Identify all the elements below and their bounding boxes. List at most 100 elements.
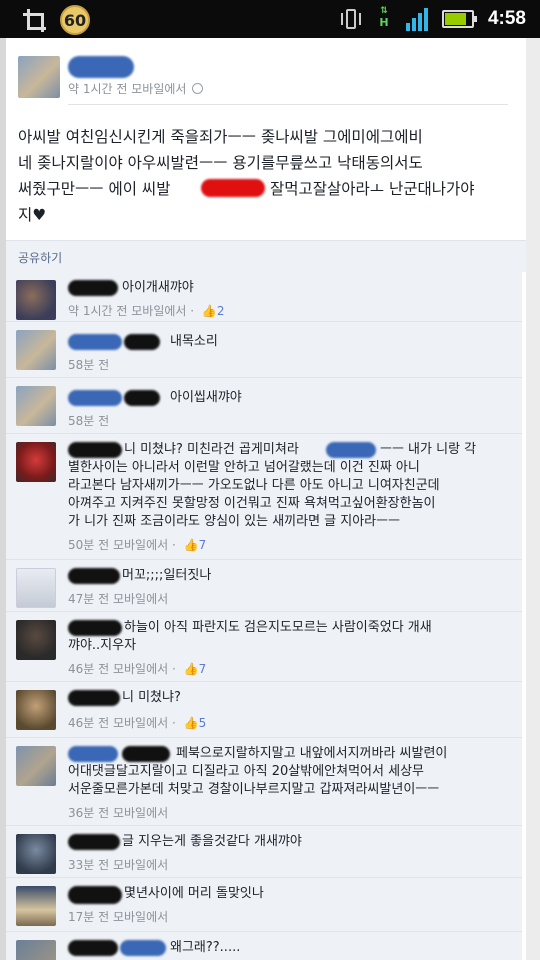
post-line: 써줬구만ㅡㅡ 에이 씨발 잘먹고잘살아라ㅗ 난군대나가야: [18, 176, 506, 202]
commenter-avatar[interactable]: [16, 886, 56, 926]
commenter-avatar[interactable]: [16, 386, 56, 426]
comment-item: 몇년사이에 머리 돌맞잇나 17분 전 모바일에서: [6, 878, 522, 932]
comment-line: 어대댓글달고지랄이고 디질라고 아직 20살밖에안쳐먹어서 세상무: [68, 764, 424, 779]
like-count: 5: [198, 716, 207, 730]
comment-meta: 50분 전 모바일에서 · 👍7: [68, 538, 207, 552]
comment-line: 라고본다 남자새끼가ㅡㅡ 가오도없나 다른 아도 아니고 니여자친군데: [68, 478, 440, 493]
commenter-avatar[interactable]: [16, 746, 56, 786]
comment-time: 50분 전 모바일에서: [68, 538, 169, 552]
redacted-commenter-name[interactable]: [68, 280, 118, 296]
comment-time: 46분 전 모바일에서: [68, 662, 169, 676]
comment-line: 니 미쳤냐?: [122, 690, 181, 705]
comment-line: 하늘이 아직 파란지도 검은지도모르는 사람이죽었다 개새: [124, 620, 432, 635]
commenter-avatar[interactable]: [16, 330, 56, 370]
battery-level: [444, 13, 466, 25]
comment-time: 58분 전: [68, 414, 110, 428]
post-author-avatar[interactable]: [18, 56, 60, 98]
redacted-commenter-name[interactable]: [68, 568, 120, 584]
comment-line: 머꼬;;;;일터짓나: [122, 568, 212, 583]
comment-time: 33분 전 모바일에서: [68, 858, 169, 872]
share-bar: 공유하기: [6, 240, 526, 272]
comment-meta: 33분 전 모바일에서: [68, 856, 168, 873]
commenter-avatar[interactable]: [16, 690, 56, 730]
redacted-commenter-name[interactable]: [68, 834, 120, 850]
comment-time: 58분 전: [68, 358, 110, 372]
post-line: 아씨발 여친임신시킨게 죽을죄가ㅡㅡ 좆나씨발 그에미에그에비: [18, 128, 423, 146]
comment-time: 17분 전 모바일에서: [68, 910, 169, 924]
status-clock: 4:58: [487, 8, 526, 29]
post-line: 지♥: [18, 206, 47, 224]
signal-bar: [417, 13, 422, 31]
comment-line: 내목소리: [170, 334, 218, 349]
comment-item: 글 지우는게 좋을것같다 개새꺄야 33분 전 모바일에서: [6, 826, 522, 878]
like-thumb-icon[interactable]: 👍: [184, 662, 199, 676]
comment-time: 약 1시간 전 모바일에서: [68, 304, 187, 318]
signal-bar: [405, 23, 410, 31]
redacted-commenter-name[interactable]: [68, 390, 122, 406]
comment-line: 아껴주고 지켜주진 못할망정 이건뭐고 진짜 욕쳐먹고싶어환장한놈이: [68, 496, 436, 511]
comment-line: 꺄야..지우자: [68, 638, 137, 653]
comment-line: 아이씹새꺄야: [170, 390, 242, 405]
redacted-commenter-name[interactable]: [120, 940, 166, 956]
comment-text: 아이씹새꺄야: [170, 389, 242, 407]
redacted-name-red: [201, 179, 265, 197]
comment-item: 왜그래??.....: [6, 932, 522, 960]
comment-time: 46분 전 모바일에서: [68, 716, 169, 730]
comment-meta: 46분 전 모바일에서 · 👍5: [68, 716, 207, 730]
comment-time: 47분 전 모바일에서: [68, 592, 169, 606]
privacy-globe-icon: [192, 83, 204, 94]
comment-item: 아이개새꺄야 약 1시간 전 모바일에서 · 👍2: [6, 272, 522, 322]
status-bar: 60 ⇅ H 4:58: [0, 0, 540, 38]
post-body: 아씨발 여친임신시킨게 죽을죄가ㅡㅡ 좆나씨발 그에미에그에비 네 좆나지랄이야…: [18, 124, 506, 228]
comment-line: 왜그래??.....: [170, 940, 241, 955]
comment-item: 페북으로지랄하지말고 내앞에서지꺼바라 씨발련이 어대댓글달고지랄이고 디질라고…: [6, 738, 522, 826]
like-count: 2: [216, 304, 225, 318]
comment-text: 왜그래??.....: [170, 939, 240, 957]
comment-text: 니 미쳤냐? 미친라건 곱게미쳐라 ㅡㅡ 내가 니랑 각 별한사이는 아니라서 …: [68, 441, 476, 531]
post-card: 약 1시간 전 모바일에서 아씨발 여친임신시킨게 죽을죄가ㅡㅡ 좆나씨발 그에…: [6, 38, 526, 240]
comment-text: 글 지우는게 좋을것같다 개새꺄야: [122, 833, 302, 851]
notification-badge: 60: [60, 5, 90, 35]
comment-line: 페북으로지랄하지말고 내앞에서지꺼바라 씨발련이: [176, 746, 448, 761]
post-meta: 약 1시간 전 모바일에서: [68, 80, 204, 97]
redacted-commenter-name[interactable]: [68, 886, 122, 904]
like-thumb-icon[interactable]: 👍: [184, 538, 199, 552]
comment-line: 가 니가 진짜 조금이라도 양심이 있는 새끼라면 글 지아라ㅡㅡ: [68, 514, 401, 529]
redacted-commenter-name[interactable]: [124, 390, 160, 406]
commenter-avatar[interactable]: [16, 568, 56, 608]
screenshot-crop-icon: [22, 7, 48, 33]
commenter-avatar[interactable]: [16, 940, 56, 960]
network-type-icon: ⇅ H: [379, 6, 389, 29]
comment-item: 니 미쳤냐? 46분 전 모바일에서 · 👍5: [6, 682, 522, 738]
post-divider: [68, 104, 508, 105]
redacted-commenter-name[interactable]: [124, 334, 160, 350]
redacted-commenter-name[interactable]: [68, 940, 118, 956]
redacted-commenter-name[interactable]: [68, 334, 122, 350]
share-link[interactable]: 공유하기: [18, 249, 62, 266]
comment-meta: 58분 전: [68, 412, 109, 429]
commenter-avatar[interactable]: [16, 834, 56, 874]
comment-meta: 58분 전: [68, 356, 109, 373]
comment-text: 내목소리: [170, 333, 218, 351]
commenter-avatar[interactable]: [16, 442, 56, 482]
vibrate-icon: [340, 6, 362, 32]
comment-text: 아이개새꺄야: [122, 279, 194, 297]
comment-meta: 47분 전 모바일에서: [68, 590, 168, 607]
page-scroll-edge[interactable]: [526, 38, 540, 960]
network-type-label: H: [379, 16, 389, 29]
redacted-commenter-name[interactable]: [68, 690, 120, 706]
post-line-part: 잘먹고잘살아라ㅗ 난군대나가야: [270, 180, 475, 198]
comment-meta: 46분 전 모바일에서 · 👍7: [68, 662, 207, 676]
comment-text: 페북으로지랄하지말고 내앞에서지꺼바라 씨발련이 어대댓글달고지랄이고 디질라고…: [68, 745, 447, 799]
post-meta-text: 약 1시간 전 모바일에서: [68, 82, 187, 96]
like-count: 7: [198, 662, 207, 676]
post-line-part: 써줬구만ㅡㅡ 에이 씨발: [18, 180, 171, 198]
redacted-author-name[interactable]: [68, 56, 134, 78]
like-thumb-icon[interactable]: 👍: [184, 716, 199, 730]
comment-line: 니 미쳤냐? 미친라건 곱게미쳐라: [124, 442, 299, 457]
commenter-avatar[interactable]: [16, 280, 56, 320]
commenter-avatar[interactable]: [16, 620, 56, 660]
comment-item: 내목소리 58분 전: [6, 322, 522, 378]
like-thumb-icon[interactable]: 👍: [202, 304, 217, 318]
comment-time: 36분 전 모바일에서: [68, 806, 169, 820]
